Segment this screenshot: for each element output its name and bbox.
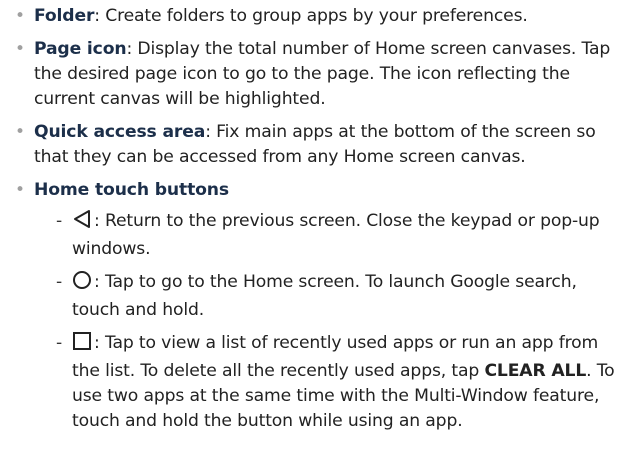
manual-page: • Folder: Create folders to group apps b… [0,0,637,456]
sub-item-back: - : Return to the previous screen. Close… [34,209,627,262]
list-item-quick-access-area: • Quick access area: Fix main apps at th… [14,120,627,170]
term-home-touch-buttons: Home touch buttons [34,180,229,200]
dash: - [56,211,63,231]
dash: - [56,272,63,292]
bullet: • [15,6,25,26]
sub-item-recent-apps: - : Tap to view a list of recently used … [34,331,627,434]
sub-item-home: - : Tap to go to the Home screen. To lau… [34,270,627,323]
bullet: • [15,180,25,200]
home-touch-buttons-list: - : Return to the previous screen. Close… [34,209,627,434]
dash: - [56,333,63,353]
term-folder: Folder [34,6,95,26]
list-item-home-touch-buttons: • Home touch buttons - : Return to the p… [14,178,627,434]
recent-apps-icon [72,331,92,359]
clear-all-label: CLEAR ALL [484,361,587,381]
bullet: • [15,122,25,142]
list-item-folder: • Folder: Create folders to group apps b… [14,4,627,29]
term-quick-access-area: Quick access area [34,122,206,142]
term-page-icon: Page icon [34,39,127,59]
description-folder: : Create folders to group apps by your p… [94,6,528,26]
bullet: • [15,39,25,59]
home-icon [72,270,92,298]
list-item-page-icon: • Page icon: Display the total number of… [14,37,627,112]
description-home: : Tap to go to the Home screen. To launc… [72,272,577,320]
description-back: : Return to the previous screen. Close t… [72,211,600,259]
back-icon [72,209,92,237]
